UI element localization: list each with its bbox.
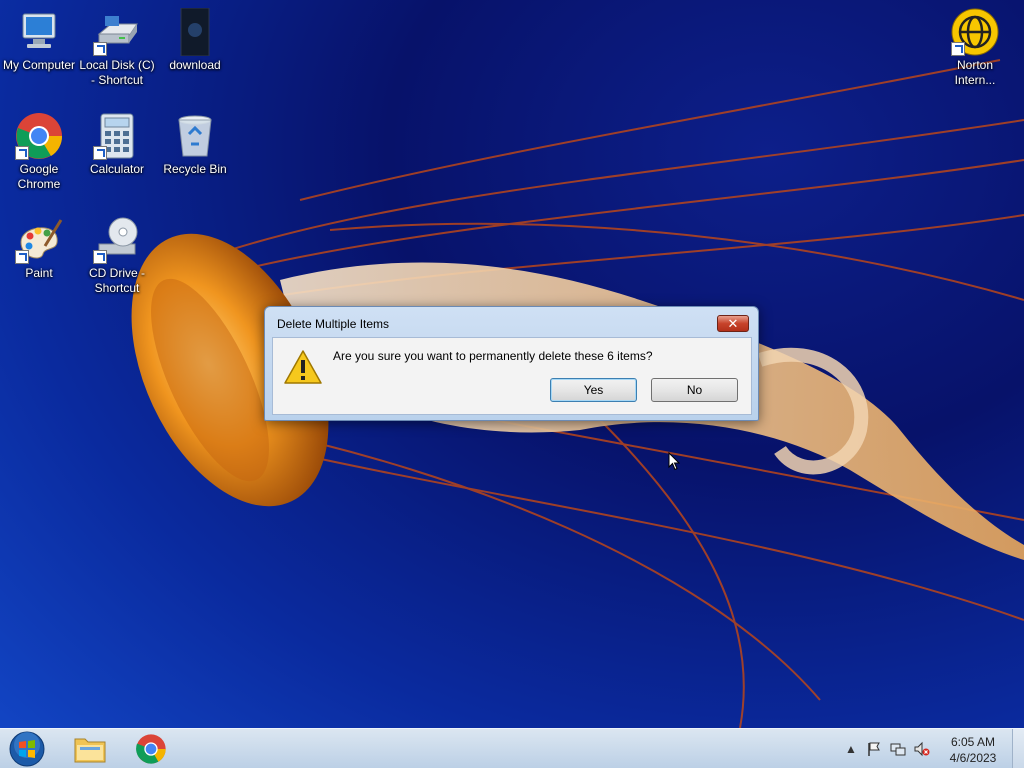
shortcut-arrow-icon — [93, 146, 107, 160]
computer-icon — [15, 8, 63, 56]
show-hidden-icons-button[interactable]: ▲ — [843, 741, 859, 757]
taskbar-google-chrome-button[interactable] — [123, 731, 179, 767]
taskbar-clock[interactable]: 6:05 AM 4/6/2023 — [944, 734, 1002, 766]
folder-icon — [74, 738, 106, 763]
warning-icon — [284, 350, 322, 384]
shortcut-arrow-icon — [15, 146, 29, 160]
desktop-icon-label: CD Drive - Shortcut — [89, 266, 145, 295]
desktop-icon-label: download — [169, 58, 221, 72]
delete-multiple-items-dialog: Delete Multiple Items ✕ Are you sure you… — [264, 306, 759, 421]
windows-start-icon — [9, 731, 45, 767]
desktop-icon-label: Recycle Bin — [163, 162, 227, 176]
start-button[interactable] — [4, 730, 50, 768]
chrome-icon — [15, 112, 63, 160]
dialog-body: Are you sure you want to permanently del… — [272, 337, 752, 415]
desktop-icon-cd-drive-shortcut[interactable]: CD Drive - Shortcut — [78, 216, 156, 296]
desktop-icon-calculator[interactable]: Calculator — [78, 112, 156, 177]
mouse-cursor-icon — [668, 451, 681, 476]
cd-drive-icon — [93, 216, 141, 264]
chrome-icon — [136, 734, 166, 764]
volume-muted-icon[interactable] — [914, 741, 930, 757]
action-center-flag-icon[interactable] — [866, 741, 882, 757]
dialog-message: Are you sure you want to permanently del… — [333, 349, 653, 363]
desktop-icon-local-disk-shortcut[interactable]: Local Disk (C) - Shortcut — [78, 8, 156, 88]
clock-date: 4/6/2023 — [949, 751, 997, 765]
shortcut-arrow-icon — [951, 42, 965, 56]
taskbar-file-explorer-button[interactable] — [62, 731, 118, 767]
dialog-close-button[interactable]: ✕ — [717, 315, 749, 332]
desktop-icon-download[interactable]: download — [156, 8, 234, 73]
desktop-icon-norton-internet[interactable]: Norton Intern... — [936, 8, 1014, 88]
desktop-icon-paint[interactable]: Paint — [0, 216, 78, 281]
shortcut-arrow-icon — [93, 42, 107, 56]
taskbar: ▲ 6:05 AM 4/6/2023 — [0, 728, 1024, 768]
shortcut-arrow-icon — [93, 250, 107, 264]
yes-button[interactable]: Yes — [550, 378, 637, 402]
desktop-icon-label: Calculator — [89, 162, 145, 176]
desktop-icon-label: Local Disk (C) - Shortcut — [79, 58, 155, 87]
clock-time: 6:05 AM — [950, 735, 996, 749]
desktop-icon-google-chrome[interactable]: Google Chrome — [0, 112, 78, 192]
desktop-icon-label: Norton Intern... — [954, 58, 996, 87]
paint-icon — [15, 216, 63, 264]
recycle-bin-icon — [171, 112, 219, 160]
desktop-icon-my-computer[interactable]: My Computer — [0, 8, 78, 73]
drive-icon — [93, 8, 141, 56]
network-icon[interactable] — [890, 741, 906, 757]
no-button[interactable]: No — [651, 378, 738, 402]
dialog-title: Delete Multiple Items — [277, 317, 390, 331]
shortcut-arrow-icon — [15, 250, 29, 264]
calculator-icon — [93, 112, 141, 160]
desktop-icon-label: My Computer — [2, 58, 76, 72]
desktop-icon-recycle-bin[interactable]: Recycle Bin — [156, 112, 234, 177]
desktop-icon-label: Paint — [25, 266, 53, 280]
image-file-icon — [171, 8, 219, 56]
norton-globe-icon — [951, 8, 999, 56]
show-desktop-button[interactable] — [1012, 729, 1024, 768]
desktop-icon-label: Google Chrome — [17, 162, 61, 191]
